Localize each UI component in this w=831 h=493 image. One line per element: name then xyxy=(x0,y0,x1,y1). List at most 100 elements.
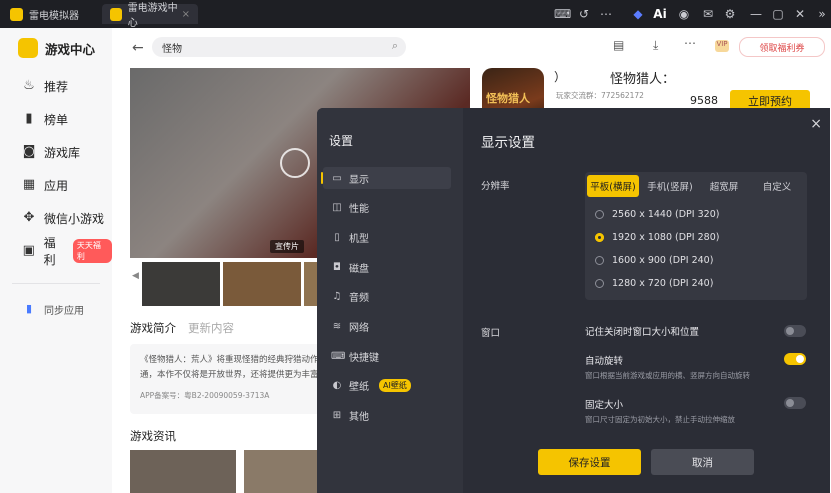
close-window-icon[interactable]: ✕ xyxy=(792,6,808,22)
wechat-mini-icon: ✥ xyxy=(23,210,35,225)
news-heading: 游戏资讯 xyxy=(130,429,176,443)
radio-button[interactable] xyxy=(595,278,604,288)
auto-rotate-toggle[interactable] xyxy=(784,353,806,365)
thumbnail[interactable] xyxy=(142,262,220,306)
sync-icon: ▮ xyxy=(25,302,33,315)
performance-icon: ◫ xyxy=(332,201,342,213)
settings-nav-display[interactable]: ▭ 显示 xyxy=(321,167,451,189)
more-icon[interactable]: ⋯ xyxy=(598,6,614,22)
thumb-prev-icon[interactable]: ◀ xyxy=(132,271,139,281)
tab-intro[interactable]: 游戏简介 xyxy=(130,320,176,336)
resolution-option[interactable]: 1600 x 900 (DPI 240) xyxy=(595,252,713,268)
news-thumbnail[interactable] xyxy=(130,450,236,493)
user-icon[interactable]: ◉ xyxy=(676,6,692,22)
expand-icon[interactable]: » xyxy=(814,6,830,22)
nav-label: 网络 xyxy=(349,322,369,334)
back-icon[interactable]: ← xyxy=(132,40,144,56)
option-label: 记住关闭时窗口大小和位置 xyxy=(585,327,700,338)
option-label: 自动旋转 xyxy=(585,356,624,367)
sidebar-title: 游戏中心 xyxy=(45,41,96,57)
tab-updates[interactable]: 更新内容 xyxy=(188,320,234,336)
monitor-icon: ▭ xyxy=(332,172,342,184)
calendar-icon[interactable]: ▤ xyxy=(613,38,624,52)
sidebar-item-label: 微信小游戏 xyxy=(44,211,105,226)
resolution-option[interactable]: 2560 x 1440 (DPI 320) xyxy=(595,206,719,222)
claim-coupon-button[interactable]: 领取福利券 xyxy=(739,37,825,57)
close-dialog-icon[interactable]: × xyxy=(810,116,822,132)
settings-nav-network[interactable]: ≋ 网络 xyxy=(323,315,451,337)
nav-label: 壁纸 xyxy=(349,381,369,393)
search-box[interactable]: 怪物 ⌕ xyxy=(152,37,406,57)
radio-button[interactable] xyxy=(595,209,604,219)
play-icon[interactable] xyxy=(280,148,310,178)
sidebar-item-wechat-games[interactable]: ✥ 微信小游戏 xyxy=(22,207,104,229)
tab-game-center[interactable]: 雷电游戏中心 × xyxy=(102,3,198,29)
remember-window-toggle[interactable] xyxy=(784,325,806,337)
resolution-option[interactable]: 1280 x 720 (DPI 240) xyxy=(595,275,713,291)
sidebar-item-welfare[interactable]: ▣ 福利 天天福利 xyxy=(22,236,112,267)
palette-icon: ◐ xyxy=(332,379,342,391)
settings-nav-shortcuts[interactable]: ⌨ 快捷键 xyxy=(323,345,451,367)
settings-dialog: 设置 ▭ 显示 ◫ 性能 ▯ 机型 ◘ 磁盘 ♫ 音频 ≋ 网络 ⌨ 快捷键 ◐ 壁纸 AI壁纸… xyxy=(317,108,830,493)
sidebar-item-recommend[interactable]: ♨ 推荐 xyxy=(22,75,68,97)
sidebar-item-label: 推荐 xyxy=(44,79,69,94)
radio-button-selected[interactable] xyxy=(595,232,604,242)
settings-nav-audio[interactable]: ♫ 音频 xyxy=(323,285,451,307)
game-center-logo-icon xyxy=(18,38,38,58)
mail-icon[interactable]: ✉ xyxy=(700,6,716,22)
intro-card: 《怪物猎人：荒人》将重现怪猎的经典狩猎动作， 通，本作不仅将是开放世界，还将提供… xyxy=(130,344,327,414)
resolution-panel: 平板(横屏) 手机(竖屏) 超宽屏 自定义 2560 x 1440 (DPI 3… xyxy=(585,172,807,300)
sync-apps-link[interactable]: ▮ 同步应用 xyxy=(22,298,84,320)
thumbnail[interactable] xyxy=(223,262,301,306)
game-title: 怪物猎人： xyxy=(610,72,676,87)
sidebar: 游戏中心 ♨ 推荐 ▮ 榜单 ◙ 游戏库 ▦ 应用 ✥ 微信小游戏 ▣ 福利 天天福利 ▮ 同… xyxy=(0,28,112,493)
player-group[interactable]: 玩家交流群：772562172 xyxy=(556,90,644,101)
apps-grid-icon: ▦ xyxy=(22,177,36,192)
vip-icon[interactable]: VIP xyxy=(715,40,729,52)
tab-ultrawide[interactable]: 超宽屏 xyxy=(699,175,749,197)
ai-icon[interactable]: Ai xyxy=(652,6,668,22)
sync-label: 同步应用 xyxy=(44,305,84,317)
resolution-option[interactable]: 1920 x 1080 (DPI 280) xyxy=(595,229,719,245)
undo-icon[interactable]: ↺ xyxy=(576,6,592,22)
nav-label: 机型 xyxy=(349,233,369,245)
tab-custom[interactable]: 自定义 xyxy=(751,175,803,197)
restore-icon[interactable]: ▢ xyxy=(770,6,786,22)
radio-button[interactable] xyxy=(595,255,604,265)
tab-phone[interactable]: 手机(竖屏) xyxy=(643,175,697,197)
option-desc: 窗口根据当前游戏或应用的横、竖屏方向自动旋转 xyxy=(585,371,750,380)
settings-title: 设置 xyxy=(329,134,354,148)
sidebar-divider xyxy=(12,283,100,284)
sidebar-item-ranking[interactable]: ▮ 榜单 xyxy=(22,108,68,130)
news-thumbnail[interactable] xyxy=(244,450,318,493)
cancel-button[interactable]: 取消 xyxy=(651,449,754,475)
download-icon[interactable]: ⤓ xyxy=(653,38,658,53)
tab-tablet[interactable]: 平板(横屏) xyxy=(587,175,639,197)
game-title-prefix: ） xyxy=(554,70,567,84)
resolution-text: 1920 x 1080 (DPI 280) xyxy=(612,231,720,243)
settings-nav-performance[interactable]: ◫ 性能 xyxy=(323,196,451,218)
settings-icon[interactable]: ⚙ xyxy=(722,6,738,22)
minimize-icon[interactable]: — xyxy=(748,6,764,22)
fixed-size-toggle[interactable] xyxy=(784,397,806,409)
settings-nav-model[interactable]: ▯ 机型 xyxy=(323,226,451,248)
assistant-icon[interactable]: ◆ xyxy=(630,6,646,22)
more-options-icon[interactable]: ⋯ xyxy=(684,36,696,50)
sidebar-item-apps[interactable]: ▦ 应用 xyxy=(22,174,68,196)
game-center-logo-icon xyxy=(110,7,122,21)
search-input[interactable]: 怪物 xyxy=(162,40,182,55)
settings-nav-wallpaper[interactable]: ◐ 壁纸 AI壁纸 xyxy=(323,374,451,396)
tab-close-icon[interactable]: × xyxy=(182,9,190,20)
tab-emulator[interactable]: 雷电模拟器 xyxy=(10,4,79,24)
ai-wallpaper-badge: AI壁纸 xyxy=(379,378,411,392)
settings-nav-disk[interactable]: ◘ 磁盘 xyxy=(323,256,451,278)
search-icon[interactable]: ⌕ xyxy=(392,39,398,53)
nav-label: 快捷键 xyxy=(349,352,379,364)
settings-nav-other[interactable]: ⊞ 其他 xyxy=(323,404,451,426)
sidebar-item-library[interactable]: ◙ 游戏库 xyxy=(22,141,80,163)
game-icon-text: 怪物猎人 xyxy=(486,92,530,105)
keyboard-icon[interactable]: ⌨ xyxy=(554,6,571,22)
save-button[interactable]: 保存设置 xyxy=(538,449,641,475)
sidebar-header: 游戏中心 xyxy=(18,38,95,58)
gamepad-icon: ◙ xyxy=(22,144,36,159)
